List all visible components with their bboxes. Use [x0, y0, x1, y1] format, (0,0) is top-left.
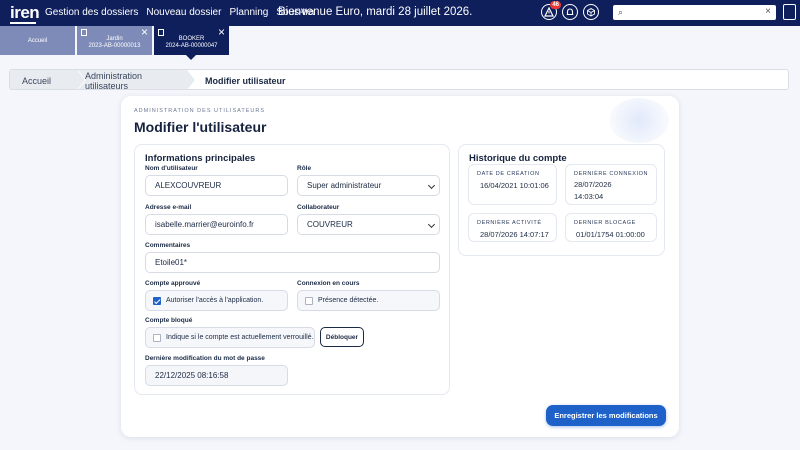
role-select[interactable]: Super administrateur [297, 175, 440, 196]
connection-label: Connexion en cours [297, 280, 360, 287]
tab-accueil[interactable]: Accueil [0, 26, 75, 55]
cube-icon[interactable] [583, 4, 599, 20]
stat-label: DERNIER BLOCAGE [574, 220, 636, 226]
page-title: Modifier l'utilisateur [134, 119, 267, 135]
close-tab-icon[interactable]: × [218, 26, 225, 38]
welcome-message: Bienvenue Euro, mardi 28 juillet 2026. [278, 6, 473, 18]
approved-checkbox[interactable]: Autoriser l'accès à l'application. [145, 290, 288, 311]
breadcrumb: Accueil Administration utilisateurs Modi… [9, 69, 789, 90]
nav-item-planning[interactable]: Planning [229, 7, 268, 18]
calculator-icon [81, 29, 87, 36]
breadcrumb-current: Modifier utilisateur [187, 70, 296, 89]
nav-item-nouveau-dossier[interactable]: Nouveau dossier [146, 7, 221, 18]
comments-field[interactable]: Etoile01* [145, 252, 440, 273]
stat-label: DATE DE CRÉATION [477, 171, 540, 177]
warning-icon[interactable]: 46 [541, 1, 561, 20]
close-tab-icon[interactable]: × [141, 26, 148, 38]
approved-label: Compte approuvé [145, 280, 201, 287]
collaborator-select[interactable]: COUVREUR [297, 214, 440, 235]
collaborator-label: Collaborateur [297, 204, 340, 211]
header-icons: 46 [541, 1, 599, 20]
stat-value: 16/04/2021 10:01:06 [480, 181, 549, 190]
connection-checkbox[interactable]: Présence détectée. [297, 290, 440, 311]
main-info-panel: Informations principales Nom d'utilisate… [134, 144, 450, 395]
locked-text: Indique si le compte est actuellement ve… [166, 334, 314, 341]
dossier-tabs: Accueil × Jardin 2023-AB-00000013 × BOOK… [0, 26, 229, 60]
locked-label: Compte bloqué [145, 317, 193, 324]
stat-value: 28/07/2026 14:07:17 [480, 230, 549, 239]
tab-title: Jardin [106, 36, 123, 42]
checkbox-icon[interactable] [305, 297, 313, 305]
collaborator-value: COUVREUR [307, 220, 353, 229]
last-activity-stat: DERNIÈRE ACTIVITÉ 28/07/2026 14:07:17 [468, 213, 557, 242]
email-label: Adresse e-mail [145, 204, 192, 211]
creation-date-stat: DATE DE CRÉATION 16/04/2021 10:01:06 [468, 164, 557, 205]
chevron-down-icon [427, 181, 436, 190]
search-input[interactable]: ⌕ × [613, 5, 776, 20]
password-date-label: Dernière modification du mot de passe [145, 355, 265, 362]
approved-text: Autoriser l'accès à l'application. [166, 297, 264, 304]
main-nav: Gestion des dossiers Nouveau dossier Pla… [45, 7, 314, 18]
stat-value: 28/07/2026 14:03:04 [574, 180, 612, 201]
breadcrumb-accueil[interactable]: Accueil [10, 70, 86, 89]
tab-booker[interactable]: × BOOKER 2024-AB-00000047 [154, 26, 229, 60]
breadcrumb-label: Modifier utilisateur [205, 75, 286, 86]
stat-label: DERNIÈRE CONNEXION [574, 171, 649, 177]
sidebar-toggle-icon[interactable] [783, 4, 796, 20]
stat-label: DERNIÈRE ACTIVITÉ [477, 220, 542, 226]
tab-subtitle: 2024-AB-00000047 [165, 43, 218, 49]
checkbox-icon[interactable] [153, 334, 161, 342]
tab-jardin[interactable]: × Jardin 2023-AB-00000013 [77, 26, 152, 55]
search-icon: ⌕ [618, 7, 624, 17]
username-field[interactable]: ALEXCOUVREUR [145, 175, 288, 196]
account-history-panel: Historique du compte DATE DE CRÉATION 16… [458, 144, 665, 256]
comments-label: Commentaires [145, 242, 191, 249]
breadcrumb-label: Administration utilisateurs [85, 70, 143, 90]
tab-title: BOOKER [178, 36, 205, 42]
page-eyebrow: ADMINISTRATION DES UTILISATEURS [134, 108, 266, 114]
locked-checkbox[interactable]: Indique si le compte est actuellement ve… [145, 327, 315, 348]
chevron-down-icon [427, 220, 436, 229]
stat-value: 01/01/1754 01:00:00 [576, 230, 645, 239]
app-logo[interactable]: iren [10, 3, 40, 24]
username-label: Nom d'utilisateur [145, 165, 198, 172]
last-connection-stat: DERNIÈRE CONNEXION 28/07/2026 14:03:04 [565, 164, 657, 205]
section-title: Informations principales [145, 153, 256, 164]
breadcrumb-label: Accueil [22, 75, 52, 86]
unlock-button[interactable]: Débloquer [320, 327, 364, 347]
clear-search-icon[interactable]: × [765, 6, 771, 17]
role-label: Rôle [297, 165, 312, 172]
top-navbar: iren Gestion des dossiers Nouveau dossie… [0, 0, 800, 26]
history-title: Historique du compte [469, 153, 567, 164]
checkbox-checked-icon[interactable] [153, 297, 161, 305]
password-date-field: 22/12/2025 08:16:58 [145, 365, 288, 386]
last-block-stat: DERNIER BLOCAGE 01/01/1754 01:00:00 [565, 213, 657, 242]
breadcrumb-admin-users[interactable]: Administration utilisateurs [77, 70, 196, 90]
save-button[interactable]: Enregistrer les modifications [546, 405, 666, 426]
nav-item-gestion-dossiers[interactable]: Gestion des dossiers [45, 7, 138, 18]
role-value: Super administrateur [307, 181, 382, 190]
connection-text: Présence détectée. [318, 297, 379, 304]
tab-title: Accueil [27, 38, 48, 44]
bell-icon[interactable] [562, 4, 578, 20]
tab-subtitle: 2023-AB-00000013 [88, 43, 141, 49]
email-field[interactable]: isabelle.marrier@euroinfo.fr [145, 214, 288, 235]
edit-user-card: ADMINISTRATION DES UTILISATEURS Modifier… [121, 96, 679, 437]
notification-badge: 46 [550, 1, 561, 9]
document-icon [158, 29, 164, 36]
